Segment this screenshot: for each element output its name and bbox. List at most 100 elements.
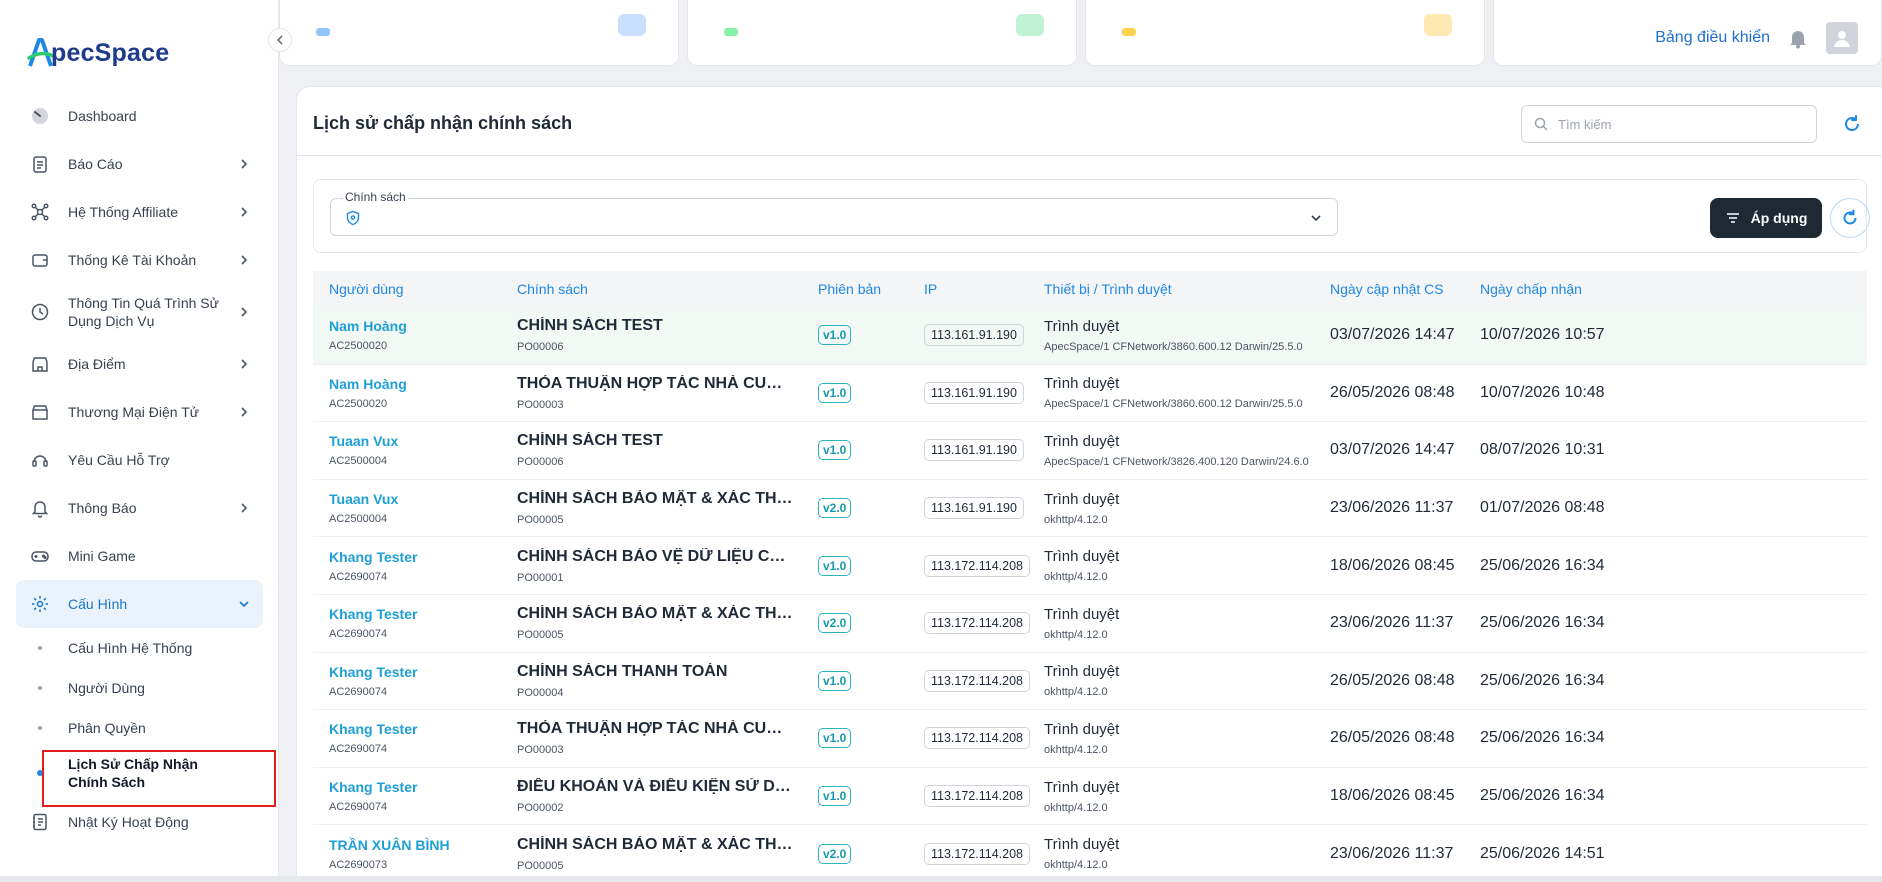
version-badge: v2.0 (818, 613, 852, 634)
cell-version: v1.0 (818, 786, 852, 807)
cell-version: v2.0 (818, 498, 852, 519)
policy-code: PO00006 (517, 341, 564, 354)
sidebar-item-thuong-mai-dien-tu[interactable]: Thương Mại Điện Tử (16, 388, 263, 436)
policy-code: PO00003 (517, 398, 564, 411)
device-type: Trình duyệt (1044, 375, 1120, 393)
collapse-sidebar-button[interactable] (268, 28, 292, 52)
sidebar-subitem-label: Người Dùng (68, 680, 145, 696)
column-header-version[interactable]: Phiên bản (818, 281, 881, 297)
accepted-date: 10/07/2026 10:48 (1480, 383, 1605, 401)
sidebar-item-label: Địa Điểm (68, 356, 126, 372)
cell-user: Tuaan Vux AC2500004 (329, 433, 398, 467)
accepted-date: 10/07/2026 10:57 (1480, 326, 1605, 344)
updated-date: 23/06/2026 11:37 (1330, 614, 1454, 632)
updated-date: 18/06/2026 08:45 (1330, 556, 1455, 574)
sidebar-subitem-lich-su-chap-nhan[interactable]: Lịch Sử Chấp Nhận Chính Sách (16, 748, 263, 798)
sidebar-subitem-cau-hinh-he-thong[interactable]: Cấu Hình Hệ Thống (16, 628, 263, 668)
sidebar-item-thong-ke-tai-khoan[interactable]: Thống Kê Tài Khoản (16, 236, 263, 284)
sidebar-subitem-nguoi-dung[interactable]: Người Dùng (16, 668, 263, 708)
bullet-dot (38, 726, 42, 730)
user-code: AC2690074 (329, 801, 388, 814)
chevron-right-icon (241, 407, 248, 417)
stat-icon (1424, 14, 1452, 36)
user-name-link[interactable]: Nam Hoàng (329, 376, 407, 392)
table-row[interactable]: Khang Tester AC2690074 ĐIỀU KHOẢN VÀ ĐIỀ… (313, 768, 1867, 826)
table-row[interactable]: Nam Hoàng AC2500020 THỎA THUẬN HỢP TÁC N… (313, 365, 1867, 423)
sidebar-item-thong-bao[interactable]: Thông Báo (16, 484, 263, 532)
notification-bell-icon[interactable] (1788, 27, 1808, 49)
column-header-policy[interactable]: Chính sách (517, 281, 588, 297)
accepted-date: 01/07/2026 08:48 (1480, 499, 1605, 517)
table-row[interactable]: Khang Tester AC2690074 CHÍNH SÁCH BẢO MẬ… (313, 595, 1867, 653)
table-row[interactable]: Khang Tester AC2690074 CHÍNH SÁCH THANH … (313, 653, 1867, 711)
user-name-link[interactable]: Tuaan Vux (329, 491, 398, 507)
cell-ip: 113.172.114.208 (924, 842, 1030, 865)
user-agent: ApecSpace/1 CFNetwork/3860.600.12 Darwin… (1044, 398, 1303, 411)
search-box[interactable] (1521, 105, 1817, 143)
sidebar-item-yeu-cau-ho-tro[interactable]: Yêu Cầu Hỗ Trợ (16, 436, 263, 484)
user-name-link[interactable]: Tuaan Vux (329, 433, 398, 449)
cell-policy: ĐIỀU KHOẢN VÀ ĐIỀU KIỆN SỬ DỤNG ... PO00… (517, 778, 793, 814)
cell-accepted: 25/06/2026 16:34 (1480, 557, 1605, 575)
table-row[interactable]: Tuaan Vux AC2500004 CHÍNH SÁCH TEST PO00… (313, 422, 1867, 480)
stat-card (279, 0, 679, 66)
search-input[interactable] (1558, 116, 1798, 132)
cell-accepted: 25/06/2026 16:34 (1480, 729, 1605, 747)
sidebar-item-cau-hinh[interactable]: Cấu Hình (16, 580, 263, 628)
column-header-device[interactable]: Thiết bị / Trình duyệt (1044, 281, 1172, 297)
horizontal-scrollbar[interactable] (0, 876, 1882, 882)
gear-icon (32, 596, 48, 612)
user-name-link[interactable]: Nam Hoàng (329, 318, 407, 334)
filter-panel: Chính sách Áp dụng (313, 179, 1870, 253)
sidebar-item-nhat-ky-hoat-dong[interactable]: Nhật Ký Hoạt Động (16, 798, 263, 846)
table-row[interactable]: TRẦN XUÂN BÌNH AC2690073 CHÍNH SÁCH BẢO … (313, 825, 1867, 882)
cell-user: Khang Tester AC2690074 (329, 549, 417, 583)
sidebar-nav: Dashboard Báo Cáo Hệ Thống Affiliate Thố… (16, 92, 263, 846)
user-name-link[interactable]: Khang Tester (329, 779, 417, 795)
sidebar-item-label: Thương Mại Điện Tử (68, 404, 200, 420)
cell-device: Trình duyệt okhttp/4.12.0 (1044, 663, 1119, 698)
dashboard-link[interactable]: Bảng điều khiển (1655, 29, 1770, 47)
cell-version: v1.0 (818, 555, 852, 576)
sidebar-item-mini-game[interactable]: Mini Game (16, 532, 263, 580)
bell-icon (31, 501, 49, 518)
column-header-ip[interactable]: IP (924, 281, 937, 297)
apecspace-logo[interactable]: pecSpace (27, 36, 169, 70)
sidebar-item-label: Dashboard (68, 108, 137, 124)
cell-version: v1.0 (818, 728, 852, 749)
cell-user: Tuaan Vux AC2500004 (329, 491, 398, 525)
column-header-updated[interactable]: Ngày cập nhật CS (1330, 281, 1444, 297)
cell-updated: 26/05/2026 08:48 (1330, 384, 1455, 402)
user-name-link[interactable]: Khang Tester (329, 664, 417, 680)
user-name-link[interactable]: Khang Tester (329, 549, 417, 565)
user-name-link[interactable]: TRẦN XUÂN BÌNH (329, 837, 450, 853)
sidebar-item-affiliate[interactable]: Hệ Thống Affiliate (16, 188, 263, 236)
user-agent: ApecSpace/1 CFNetwork/3860.600.12 Darwin… (1044, 340, 1303, 353)
table-row[interactable]: Khang Tester AC2690074 CHÍNH SÁCH BẢO VỆ… (313, 537, 1867, 595)
sidebar-item-dashboard[interactable]: Dashboard (16, 92, 263, 140)
table-row[interactable]: Tuaan Vux AC2500004 CHÍNH SÁCH BẢO MẬT &… (313, 480, 1867, 538)
table-row[interactable]: Khang Tester AC2690074 THỎA THUẬN HỢP TÁ… (313, 710, 1867, 768)
cell-ip: 113.172.114.208 (924, 785, 1030, 808)
user-code: AC2690073 (329, 858, 388, 871)
updated-date: 03/07/2026 14:47 (1330, 441, 1455, 459)
user-name-link[interactable]: Khang Tester (329, 721, 417, 737)
sidebar-item-thong-tin-qua-trinh[interactable]: Thông Tin Quá Trình Sử Dụng Dịch Vụ (16, 284, 263, 340)
chevron-down-icon (1311, 215, 1321, 222)
user-name-link[interactable]: Khang Tester (329, 606, 417, 622)
apply-filter-button[interactable]: Áp dụng (1710, 198, 1822, 238)
column-header-user[interactable]: Người dùng (329, 281, 404, 297)
table-row[interactable]: Nam Hoàng AC2500020 CHÍNH SÁCH TEST PO00… (313, 307, 1867, 365)
refresh-icon[interactable] (1841, 113, 1863, 135)
refresh-icon (1843, 209, 1857, 225)
policy-select[interactable]: Chính sách (330, 190, 1338, 236)
chevron-right-icon (241, 307, 248, 317)
column-header-accepted[interactable]: Ngày chấp nhận (1480, 281, 1582, 297)
user-agent: okhttp/4.12.0 (1044, 571, 1108, 584)
reset-filter-button[interactable] (1830, 198, 1870, 238)
accepted-date: 25/06/2026 16:34 (1480, 671, 1605, 689)
sidebar-subitem-phan-quyen[interactable]: Phân Quyền (16, 708, 263, 748)
avatar[interactable] (1826, 22, 1858, 54)
sidebar-item-dia-diem[interactable]: Địa Điểm (16, 340, 263, 388)
sidebar-item-bao-cao[interactable]: Báo Cáo (16, 140, 263, 188)
